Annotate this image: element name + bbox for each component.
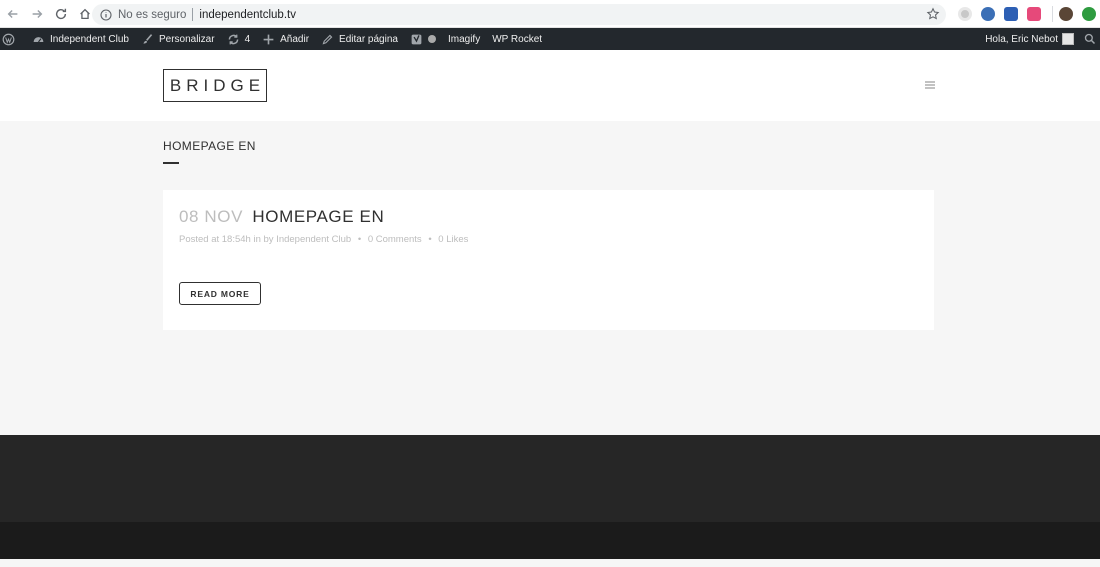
post-likes-link[interactable]: 0 Likes <box>438 234 468 245</box>
updates-menu[interactable]: 4 <box>227 28 251 50</box>
wp-logo-menu[interactable] <box>2 28 20 50</box>
reload-icon <box>55 8 67 19</box>
address-bar[interactable]: No es seguro independentclub.tv <box>92 4 946 25</box>
site-name-menu[interactable]: Independent Club <box>32 28 129 50</box>
wp-rocket-menu[interactable]: WP Rocket <box>492 28 542 50</box>
arrow-right-icon <box>32 9 43 18</box>
browser-toolbar: No es seguro independentclub.tv <box>0 0 1100 28</box>
plus-icon <box>263 34 274 44</box>
customize-menu[interactable]: Personalizar <box>141 28 215 50</box>
toolbar-divider <box>1052 6 1053 22</box>
add-new-label: Añadir <box>280 33 310 45</box>
admin-bar-right: Hola, Eric Nebot <box>985 28 1100 50</box>
insecure-label: No es seguro <box>118 8 187 21</box>
edit-page-label: Editar página <box>339 33 398 45</box>
add-new-menu[interactable]: Añadir <box>262 28 309 50</box>
dashboard-gauge-icon <box>33 36 44 42</box>
pencil-icon <box>322 34 333 44</box>
meta-bullet: • <box>357 234 362 245</box>
post-meta: Posted at 18:54h in by Independent Club … <box>179 234 468 245</box>
menu-hamburger-icon[interactable] <box>925 81 935 89</box>
wp-admin-bar: Independent Club Personalizar 4 Añadir E… <box>0 28 1100 50</box>
arrow-left-icon <box>7 9 18 18</box>
search-icon[interactable] <box>1084 33 1096 45</box>
post-date: 08 NOV <box>179 207 244 226</box>
extension-circle-icon[interactable] <box>958 7 972 21</box>
wp-rocket-label: WP Rocket <box>492 33 543 45</box>
imagify-menu[interactable]: Imagify <box>448 28 480 50</box>
updates-refresh-icon <box>228 34 238 44</box>
home-icon <box>80 8 90 19</box>
reload-button[interactable] <box>50 3 72 25</box>
customize-label: Personalizar <box>158 33 215 45</box>
site-logo[interactable]: BRIDGE <box>163 69 267 102</box>
extensions-area <box>958 6 1100 22</box>
user-greeting[interactable]: Hola, Eric Nebot <box>985 34 1058 45</box>
page-bottom-strip <box>0 559 1100 567</box>
post-card: 08 NOV HOMEPAGE EN Posted at 18:54h in b… <box>163 190 934 330</box>
paintbrush-icon <box>143 33 153 44</box>
title-separator <box>163 162 179 164</box>
site-name-label: Independent Club <box>50 33 129 45</box>
address-separator <box>192 8 194 21</box>
forward-button[interactable] <box>26 3 48 25</box>
extension-a-icon[interactable] <box>1027 7 1041 21</box>
url-text[interactable]: independentclub.tv <box>199 9 296 21</box>
footer-bottom <box>0 522 1100 559</box>
seo-status-dot <box>427 35 436 43</box>
imagify-label: Imagify <box>447 33 481 45</box>
page-title: HOMEPAGE EN <box>163 139 256 153</box>
bookmark-star-icon[interactable] <box>926 7 940 21</box>
extension-green-icon[interactable] <box>1082 7 1096 21</box>
main-content: HOMEPAGE EN 08 NOV HOMEPAGE EN Posted at… <box>0 121 1100 435</box>
post-author-link[interactable]: Independent Club <box>276 234 351 245</box>
footer-top <box>0 435 1100 522</box>
meta-bullet: • <box>428 234 432 245</box>
yoast-seo-menu[interactable] <box>410 28 436 50</box>
user-avatar[interactable] <box>1062 33 1074 45</box>
yoast-logo-icon <box>411 34 422 44</box>
post-heading: 08 NOV HOMEPAGE EN <box>179 207 384 227</box>
wordpress-logo-icon <box>2 33 15 45</box>
extension-bookmark-icon[interactable] <box>1004 7 1018 21</box>
extension-cloud-icon[interactable] <box>981 7 995 21</box>
post-meta-posted: Posted at 18:54h in by <box>179 234 274 245</box>
edit-page-menu[interactable]: Editar página <box>321 28 398 50</box>
post-title-link[interactable]: HOMEPAGE EN <box>252 207 384 226</box>
read-more-button[interactable]: READ MORE <box>179 282 261 305</box>
site-header: BRIDGE <box>0 50 1100 121</box>
info-icon[interactable] <box>100 8 112 21</box>
profile-avatar-icon[interactable] <box>1059 7 1073 21</box>
updates-count: 4 <box>244 33 251 45</box>
back-button[interactable] <box>2 3 24 25</box>
post-comments-link[interactable]: 0 Comments <box>368 234 422 245</box>
